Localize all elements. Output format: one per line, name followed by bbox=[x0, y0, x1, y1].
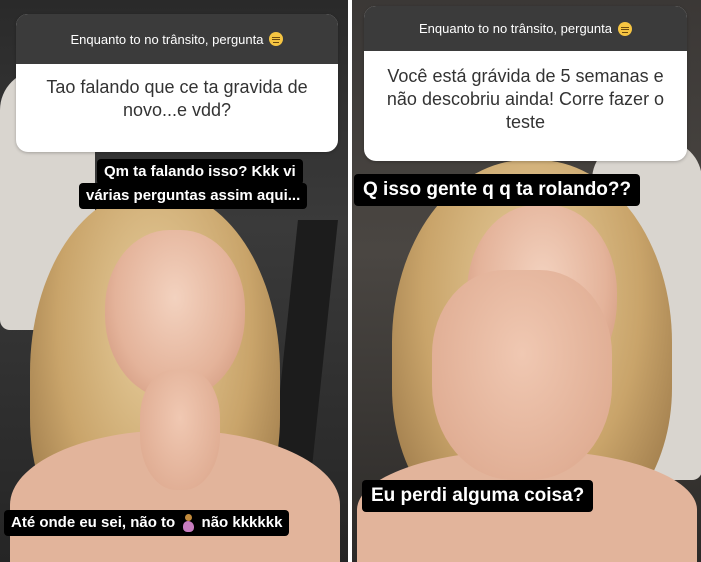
bottom-caption-part2: não kkkkkk bbox=[201, 514, 283, 531]
unamused-face-icon bbox=[617, 21, 632, 36]
question-sticker-header: Enquanto to no trânsito, pergunta bbox=[364, 6, 687, 51]
reply-text-right: Q isso gente q q ta rolando?? bbox=[354, 174, 641, 206]
story-right: Enquanto to no trânsito, pergunta Você e… bbox=[352, 0, 701, 562]
bottom-caption-part1: Até onde eu sei, não to bbox=[11, 514, 176, 531]
reply-text-line2: várias perguntas assim aqui... bbox=[79, 183, 308, 209]
bottom-caption-left: Até onde eu sei, não to não kkkkkk bbox=[4, 510, 290, 536]
question-sticker-right: Enquanto to no trânsito, pergunta Você e… bbox=[364, 6, 687, 161]
story-left: Enquanto to no trânsito, pergunta Tao fa… bbox=[0, 0, 348, 562]
question-sticker-body: Você está grávida de 5 semanas e não des… bbox=[386, 66, 665, 132]
question-sticker-left: Enquanto to no trânsito, pergunta Tao fa… bbox=[16, 14, 338, 152]
question-sticker-header: Enquanto to no trânsito, pergunta bbox=[16, 14, 338, 64]
question-sticker-body: Tao falando que ce ta gravida de novo...… bbox=[46, 77, 308, 120]
unamused-face-icon bbox=[269, 32, 284, 46]
question-header-text: Enquanto to no trânsito, pergunta bbox=[419, 21, 612, 36]
bottom-caption-right: Eu perdi alguma coisa? bbox=[362, 480, 594, 512]
reply-text-line1: Qm ta falando isso? Kkk vi bbox=[97, 159, 303, 185]
pregnant-woman-icon bbox=[182, 514, 195, 533]
question-header-text: Enquanto to no trânsito, pergunta bbox=[70, 31, 264, 47]
